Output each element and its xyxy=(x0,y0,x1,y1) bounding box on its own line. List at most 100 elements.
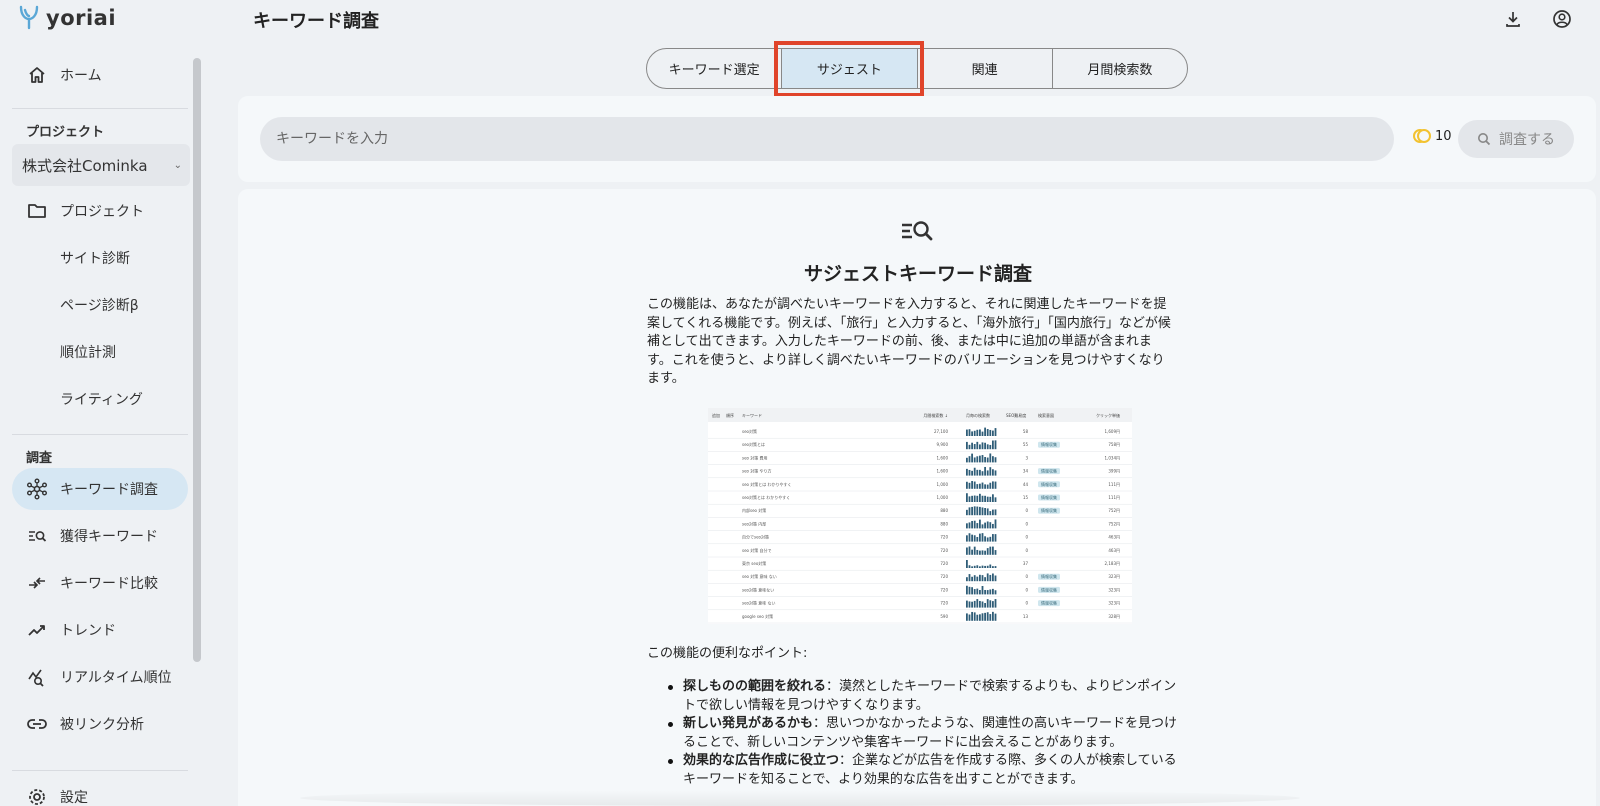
preview-intent-cell: 情報収集 xyxy=(1041,441,1057,447)
preview-trend-bar xyxy=(976,536,979,542)
description-line: 補として出てきます。入力したキーワードの前、後、または中に追加の単語が含まれま xyxy=(647,334,1152,349)
sidebar-item-label: リアルタイム順位 xyxy=(60,670,172,686)
preview-intent-cell: 情報収集 xyxy=(1041,507,1057,513)
sidebar-item-backlinks[interactable]: 被リンク分析 xyxy=(12,703,188,745)
preview-keyword-cell: 自分でseo対策 xyxy=(742,534,769,540)
tab-monthly-volume[interactable]: 月間検索数 xyxy=(1051,49,1187,88)
preview-seo-cell: 0 xyxy=(1025,587,1028,592)
preview-trend-bar xyxy=(981,507,984,516)
search-button[interactable]: 調査する xyxy=(1458,120,1574,158)
preview-trend-bar xyxy=(994,613,997,621)
sidebar-item-rank-tracking[interactable]: 順位計測 xyxy=(12,331,188,373)
preview-cpc-cell: 752円 xyxy=(1108,508,1120,513)
preview-trend-bar xyxy=(986,599,989,608)
preview-cpc-cell: 752円 xyxy=(1108,521,1120,526)
preview-trend-bar xyxy=(989,429,992,436)
sidebar-item-acquired-keywords[interactable]: 獲得キーワード xyxy=(12,515,188,557)
preview-trend-bar xyxy=(973,546,976,555)
preview-keyword-cell: seo対策 意味ない xyxy=(742,586,774,592)
preview-cpc-cell: 111円 xyxy=(1108,495,1120,500)
sidebar-item-trend[interactable]: トレンド xyxy=(12,609,188,651)
preview-trend-bar xyxy=(979,550,981,555)
sidebar-item-site-audit[interactable]: サイト診断 xyxy=(12,237,188,279)
preview-trend-bar xyxy=(992,573,994,582)
preview-volume-cell: 720 xyxy=(940,561,948,566)
user-icon[interactable] xyxy=(1551,8,1573,30)
sidebar-item-page-audit[interactable]: ページ診断β xyxy=(12,284,188,326)
sidebar-item-home[interactable]: ホーム xyxy=(12,54,188,96)
preview-trend-bar xyxy=(979,614,981,621)
preview-trend-bar xyxy=(966,429,968,436)
description-line: この機能は、あなたが調べたいキーワードを入力すると、それに関連したキーワードを提 xyxy=(647,297,1167,312)
preview-trend-bar xyxy=(981,613,984,621)
sidebar-nav: ホーム プロジェクト 株式会社Cominka ⌄ プロジェクト サイト診断 ペー… xyxy=(8,52,204,806)
sidebar-item-label: プロジェクト xyxy=(60,204,144,220)
preview-volume-cell: 1,000 xyxy=(937,482,949,487)
preview-trend-bar xyxy=(986,457,989,463)
preview-trend-bar xyxy=(989,522,992,529)
preview-keyword-cell: seo 対策 自分で xyxy=(742,547,772,553)
preview-volume-cell: 880 xyxy=(940,508,948,513)
preview-trend-bar xyxy=(979,590,981,595)
preview-trend-bar xyxy=(984,565,986,568)
preview-trend-bar xyxy=(971,611,973,621)
preview-trend-bar xyxy=(968,614,971,621)
preview-header-cell: 追加 xyxy=(712,412,720,418)
preview-header-cell: クリック単価 xyxy=(1096,412,1120,418)
preview-trend-bar xyxy=(971,549,973,555)
preview-trend-bar xyxy=(981,482,984,489)
divider xyxy=(12,770,188,771)
preview-trend-bar xyxy=(994,599,997,608)
preview-trend-bar xyxy=(992,546,994,555)
sidebar-item-label: トレンド xyxy=(60,623,116,639)
preview-volume-cell: 720 xyxy=(940,535,948,540)
app-logo[interactable]: yoriai xyxy=(18,4,116,32)
keyword-search-input[interactable] xyxy=(260,117,1394,161)
preview-seo-cell: 0 xyxy=(1025,508,1028,513)
preview-trend-bar xyxy=(971,431,973,436)
preview-trend-bar xyxy=(966,585,968,595)
preview-trend-bar xyxy=(989,574,992,582)
preview-trend-bar xyxy=(994,575,997,582)
preview-trend-bar xyxy=(966,457,968,463)
sidebar-item-keyword-compare[interactable]: キーワード比較 xyxy=(12,562,188,604)
preview-trend-bar xyxy=(989,496,992,502)
preview-trend-bar xyxy=(981,442,984,450)
preview-trend-bar xyxy=(984,507,986,516)
sidebar-item-settings[interactable]: 設定 xyxy=(12,776,188,806)
tab-keyword-selection[interactable]: キーワード選定 xyxy=(647,49,781,88)
project-select[interactable]: 株式会社Cominka ⌄ xyxy=(12,144,190,186)
sidebar-item-project[interactable]: プロジェクト xyxy=(12,190,188,232)
sidebar-item-label: 順位計測 xyxy=(60,345,116,361)
coin-icon xyxy=(1413,129,1431,143)
preview-volume-cell: 9,900 xyxy=(937,442,949,447)
example-table-image: 追加 順序 キーワード 月間検索数 ↓ 月毎の検索数 SEO難易度 検索意図 クリック単価 se… xyxy=(708,408,1132,624)
preview-header-cell: キーワード xyxy=(742,413,762,418)
sidebar-item-realtime-rank[interactable]: リアルタイム順位 xyxy=(12,656,188,698)
preview-trend-bar xyxy=(976,549,979,555)
preview-trend-bar xyxy=(984,522,986,529)
preview-header-cell: 順序 xyxy=(726,412,734,418)
preview-trend-bar xyxy=(968,546,971,555)
tab-related[interactable]: 関連 xyxy=(916,49,1052,88)
trend-icon xyxy=(26,619,48,641)
preview-trend-bar xyxy=(971,601,973,608)
preview-trend-bar xyxy=(986,508,989,516)
preview-trend-bar xyxy=(992,534,994,542)
preview-trend-bar xyxy=(989,511,992,516)
preview-trend-bar xyxy=(966,523,968,529)
preview-trend-bar xyxy=(973,444,976,450)
list-item: 探しものの範囲を絞れる：漠然としたキーワードで検索するよりも、よりピンポイントで… xyxy=(668,678,1188,715)
preview-trend-bar xyxy=(968,601,971,608)
divider xyxy=(12,108,188,109)
sidebar-item-writing[interactable]: ライティング xyxy=(12,378,188,420)
preview-trend-bar xyxy=(992,523,994,529)
preview-volume-cell: 880 xyxy=(940,521,948,526)
preview-seo-cell: 0 xyxy=(1025,548,1028,553)
preview-trend-bar xyxy=(973,575,976,582)
download-icon[interactable] xyxy=(1502,8,1524,30)
credit-balance: 10 xyxy=(1412,128,1452,144)
sidebar-item-keyword-research[interactable]: キーワード調査 xyxy=(12,468,188,510)
preview-trend-bar xyxy=(971,442,973,450)
preview-trend-bar xyxy=(989,614,992,621)
